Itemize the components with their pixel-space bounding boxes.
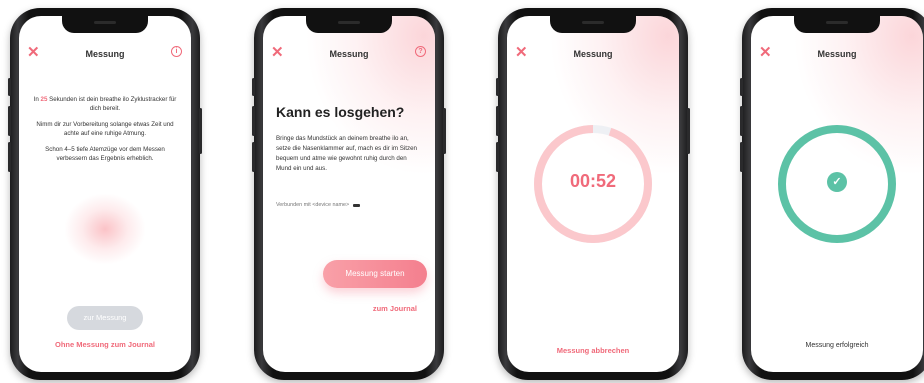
phone-side-button — [687, 108, 690, 154]
success-message: Messung erfolgreich — [805, 342, 869, 349]
phone-side-button — [252, 106, 255, 136]
phone-side-button — [252, 142, 255, 172]
phone-frame-2: ✕ Messung ? Kann es losgehen? Bringe das… — [252, 8, 446, 380]
phone-side-button — [740, 106, 743, 136]
phone-side-button — [199, 108, 202, 154]
phone-side-button — [8, 78, 11, 96]
start-measurement-button[interactable]: zur Messung — [67, 306, 143, 330]
phone-notch — [306, 16, 392, 33]
phone-side-button — [443, 108, 446, 154]
close-icon[interactable]: ✕ — [515, 45, 528, 60]
top-bar: ✕ Messung i — [19, 44, 191, 64]
close-icon[interactable]: ✕ — [271, 45, 284, 60]
phone-side-button — [8, 106, 11, 136]
preparation-paragraph: Nimm dir zur Vorbereitung solange etwas … — [36, 121, 174, 137]
phone-side-button — [252, 78, 255, 96]
top-bar: ✕ Messung ? — [263, 44, 435, 64]
phone-notch — [62, 16, 148, 33]
top-bar: ✕ Messung — [507, 44, 679, 64]
breathing-glow-graphic — [65, 194, 145, 264]
countdown-paragraph: In 25 Sekunden ist dein breathe ilo Zykl… — [33, 96, 177, 112]
info-icon[interactable]: i — [171, 46, 182, 57]
screen-measuring: ✕ Messung 00:52 Messung abbrechen — [507, 16, 679, 372]
close-icon[interactable]: ✕ — [27, 45, 40, 60]
page-title: Messung — [573, 49, 613, 59]
page-title: Messung — [329, 49, 369, 59]
connection-label: Verbunden mit <device name> — [276, 202, 350, 208]
cancel-measurement-link[interactable]: Messung abbrechen — [507, 346, 679, 355]
skip-to-journal-link[interactable]: Ohne Messung zum Journal — [19, 340, 191, 349]
screen-ready: ✕ Messung ? Kann es losgehen? Bringe das… — [263, 16, 435, 372]
instructions-text: In 25 Sekunden ist dein breathe ilo Zykl… — [33, 95, 177, 170]
screen-prepare: ✕ Messung i In 25 Sekunden ist dein brea… — [19, 16, 191, 372]
ready-instructions: Bringe das Mundstück an deinem breathe i… — [276, 135, 417, 172]
phone-side-button — [496, 142, 499, 172]
battery-icon — [353, 203, 361, 207]
phone-side-button — [740, 78, 743, 96]
phone-frame-3: ✕ Messung 00:52 Messung abbrechen — [496, 8, 690, 380]
phone-side-button — [496, 78, 499, 96]
page-title: Messung — [85, 49, 125, 59]
screen-success: ✕ Messung ✓ Messung erfolgreich — [751, 16, 923, 372]
phone-notch — [794, 16, 880, 33]
phone-side-button — [496, 106, 499, 136]
countdown-timer: 00:52 — [569, 171, 617, 191]
phone-notch — [550, 16, 636, 33]
top-bar: ✕ Messung — [751, 44, 923, 64]
start-measurement-button[interactable]: Messung starten — [323, 260, 427, 288]
connection-status: Verbunden mit <device name> — [276, 202, 361, 208]
phone-side-button — [8, 142, 11, 172]
ready-heading: Kann es losgehen? — [276, 104, 405, 120]
checkmark-icon: ✓ — [827, 172, 847, 192]
page-title: Messung — [817, 49, 857, 59]
phone-side-button — [740, 142, 743, 172]
info-icon[interactable]: ? — [415, 46, 426, 57]
journal-link[interactable]: zum Journal — [373, 304, 417, 313]
close-icon[interactable]: ✕ — [759, 45, 772, 60]
phone-frame-1: ✕ Messung i In 25 Sekunden ist dein brea… — [8, 8, 202, 380]
phone-frame-4: ✕ Messung ✓ Messung erfolgreich — [740, 8, 924, 380]
breathing-tip-paragraph: Schon 4–5 tiefe Atemzüge vor dem Messen … — [45, 146, 165, 162]
